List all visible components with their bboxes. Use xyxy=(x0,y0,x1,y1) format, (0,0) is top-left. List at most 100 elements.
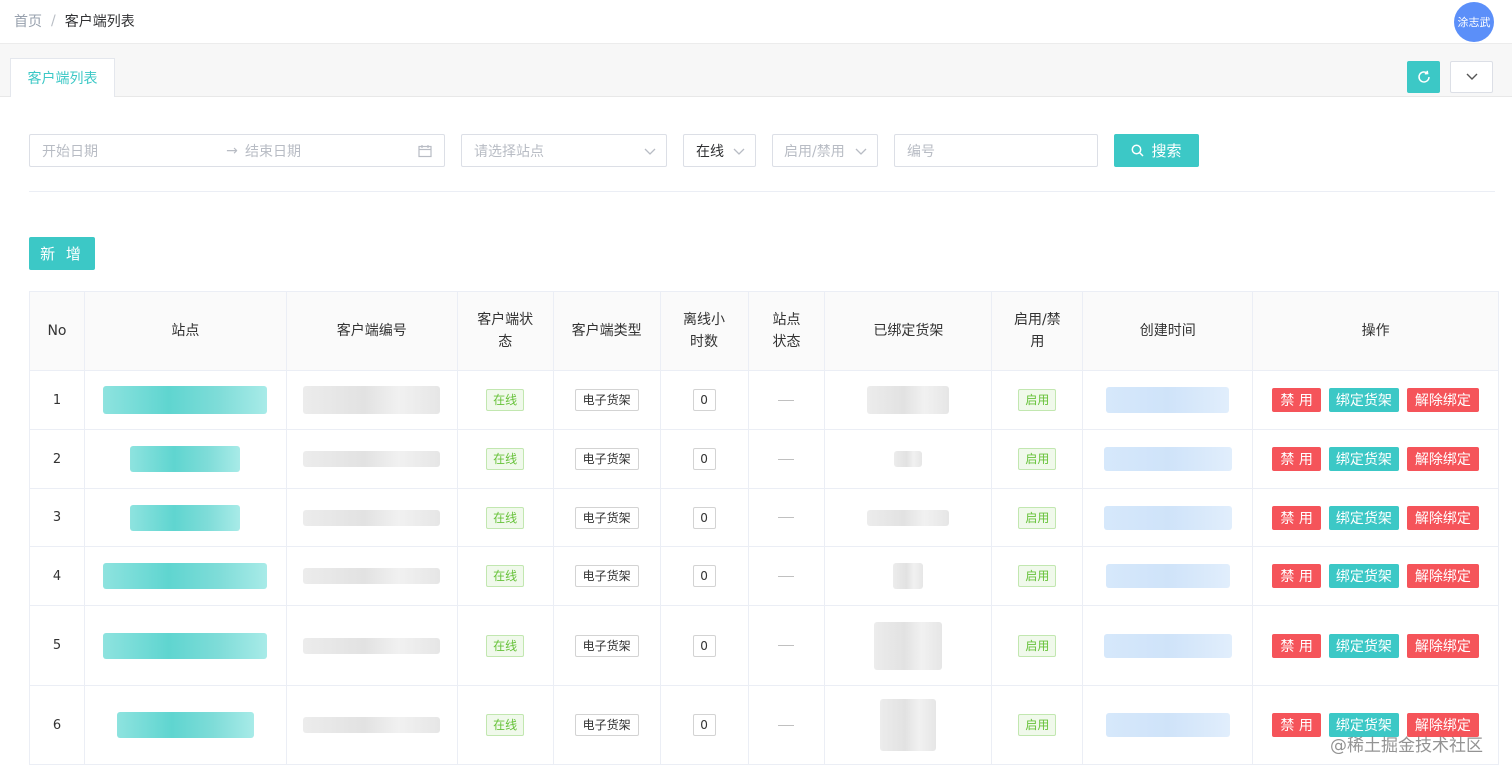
disable-button[interactable]: 禁 用 xyxy=(1272,713,1321,737)
redacted-client-code xyxy=(303,717,441,733)
bind-shelf-button[interactable]: 绑定货架 xyxy=(1328,505,1399,530)
column-header-label: 站点状态 xyxy=(772,312,801,350)
bound-shelf-cell xyxy=(825,371,993,429)
empty-dash xyxy=(778,399,795,401)
unbind-button[interactable]: 解除绑定 xyxy=(1406,564,1479,588)
breadcrumb-home[interactable]: 首页 xyxy=(14,11,42,31)
empty-dash xyxy=(778,724,795,726)
site-status-cell xyxy=(749,489,826,546)
unbind-button[interactable]: 解除绑定 xyxy=(1406,505,1479,530)
created-time-cell xyxy=(1083,489,1254,546)
client-status-cell: 在线 xyxy=(458,371,554,429)
client-type-cell: 电子货架 xyxy=(554,489,661,546)
user-avatar[interactable]: 涂志武 xyxy=(1454,2,1494,42)
redacted-bound-shelf xyxy=(893,563,924,589)
disable-button[interactable]: 禁 用 xyxy=(1272,447,1321,471)
enable-status-cell: 启用 xyxy=(992,686,1084,764)
bind-shelf-button[interactable]: 绑定货架 xyxy=(1328,633,1399,658)
unbind-button[interactable]: 解除绑定 xyxy=(1406,633,1479,658)
column-header: 站点 xyxy=(85,292,287,370)
column-header-label: 客户端状态 xyxy=(477,312,534,350)
bound-shelf-cell xyxy=(825,606,993,685)
row-number-cell: 3 xyxy=(30,489,85,546)
add-button[interactable]: 新 增 xyxy=(29,237,95,270)
tab-menu-button[interactable] xyxy=(1450,61,1493,93)
row-number: 4 xyxy=(52,568,62,584)
client-code-cell xyxy=(287,430,458,488)
bind-shelf-button[interactable]: 绑定货架 xyxy=(1328,388,1399,412)
created-time-cell xyxy=(1083,686,1254,764)
date-range-picker[interactable]: 开始日期 → 结束日期 xyxy=(29,134,445,167)
table-header: No 站点 客户端编号 客户端状态 客户端类型 离线小时数 站点状态 已绑定货架… xyxy=(30,291,1500,371)
created-time-cell xyxy=(1083,606,1254,685)
table-row: 5 在线 电子货架 0 启用 禁 用 绑定货架 解除绑定 xyxy=(30,606,1500,686)
enabled-badge: 启用 xyxy=(1018,506,1057,529)
site-status-cell xyxy=(749,430,826,488)
offline-hours-badge: 0 xyxy=(692,389,716,411)
client-code-cell xyxy=(287,686,458,764)
row-number-cell: 6 xyxy=(30,686,85,764)
unbind-button[interactable]: 解除绑定 xyxy=(1406,388,1479,412)
created-time-cell xyxy=(1083,547,1254,605)
disable-button[interactable]: 禁 用 xyxy=(1272,388,1321,412)
end-date-placeholder: 结束日期 xyxy=(245,143,301,160)
redacted-client-code xyxy=(303,637,441,654)
bind-shelf-button[interactable]: 绑定货架 xyxy=(1328,564,1399,588)
refresh-button[interactable] xyxy=(1407,61,1440,93)
online-status-select[interactable]: 在线 xyxy=(683,134,756,167)
row-number-cell: 2 xyxy=(30,430,85,488)
enabled-badge: 启用 xyxy=(1018,714,1057,736)
client-status-cell: 在线 xyxy=(458,547,554,605)
enable-status-cell: 启用 xyxy=(992,430,1084,488)
client-status-cell: 在线 xyxy=(458,430,554,488)
search-button[interactable]: 搜索 xyxy=(1114,134,1199,167)
breadcrumb: 首页 / 客户端列表 xyxy=(14,11,135,31)
code-input[interactable]: 编号 xyxy=(894,134,1098,167)
online-status-value: 在线 xyxy=(696,143,724,160)
table-row: 1 在线 电子货架 0 启用 禁 用 绑定货架 解除绑定 xyxy=(30,371,1500,430)
actions-cell: 禁 用 绑定货架 解除绑定 xyxy=(1253,430,1500,488)
row-number: 1 xyxy=(52,392,62,408)
disable-button[interactable]: 禁 用 xyxy=(1272,564,1321,588)
disable-button[interactable]: 禁 用 xyxy=(1272,505,1321,530)
enabled-badge: 启用 xyxy=(1018,565,1057,587)
created-time-cell xyxy=(1083,371,1254,429)
site-select[interactable]: 请选择站点 xyxy=(461,134,667,167)
breadcrumb-current: 客户端列表 xyxy=(64,14,135,30)
offline-hours-cell: 0 xyxy=(661,489,749,546)
redacted-bound-shelf xyxy=(867,509,950,526)
offline-hours-badge: 0 xyxy=(692,714,716,736)
empty-dash xyxy=(778,645,795,646)
redacted-site xyxy=(130,446,241,472)
status-badge: 在线 xyxy=(486,448,525,470)
redacted-site xyxy=(103,386,268,414)
type-badge: 电子货架 xyxy=(574,506,639,529)
code-input-placeholder: 编号 xyxy=(907,143,935,160)
column-header: 离线小时数 xyxy=(661,292,749,370)
table-row: 6 在线 电子货架 0 启用 禁 用 绑定货架 解除绑定 xyxy=(30,686,1500,765)
offline-hours-badge: 0 xyxy=(692,634,716,657)
site-cell xyxy=(85,371,287,429)
row-number: 6 xyxy=(52,717,62,733)
client-type-cell: 电子货架 xyxy=(554,686,661,764)
created-time-cell xyxy=(1083,430,1254,488)
chevron-down-icon xyxy=(1466,73,1477,80)
type-badge: 电子货架 xyxy=(574,389,639,411)
redacted-client-code xyxy=(303,509,441,526)
empty-dash xyxy=(778,517,795,518)
redacted-created-time xyxy=(1105,564,1230,588)
status-badge: 在线 xyxy=(486,389,525,411)
tab-client-list[interactable]: 客户端列表 xyxy=(10,58,115,97)
site-cell xyxy=(85,430,287,488)
disable-button[interactable]: 禁 用 xyxy=(1272,633,1321,658)
actions-cell: 禁 用 绑定货架 解除绑定 xyxy=(1253,547,1500,605)
client-code-cell xyxy=(287,606,458,685)
enable-status-select[interactable]: 启用/禁用 xyxy=(772,134,878,167)
unbind-button[interactable]: 解除绑定 xyxy=(1406,447,1479,471)
offline-hours-cell: 0 xyxy=(661,430,749,488)
redacted-site xyxy=(116,712,254,738)
client-code-cell xyxy=(287,547,458,605)
offline-hours-badge: 0 xyxy=(692,448,716,470)
search-icon xyxy=(1132,144,1145,157)
bind-shelf-button[interactable]: 绑定货架 xyxy=(1328,447,1399,471)
